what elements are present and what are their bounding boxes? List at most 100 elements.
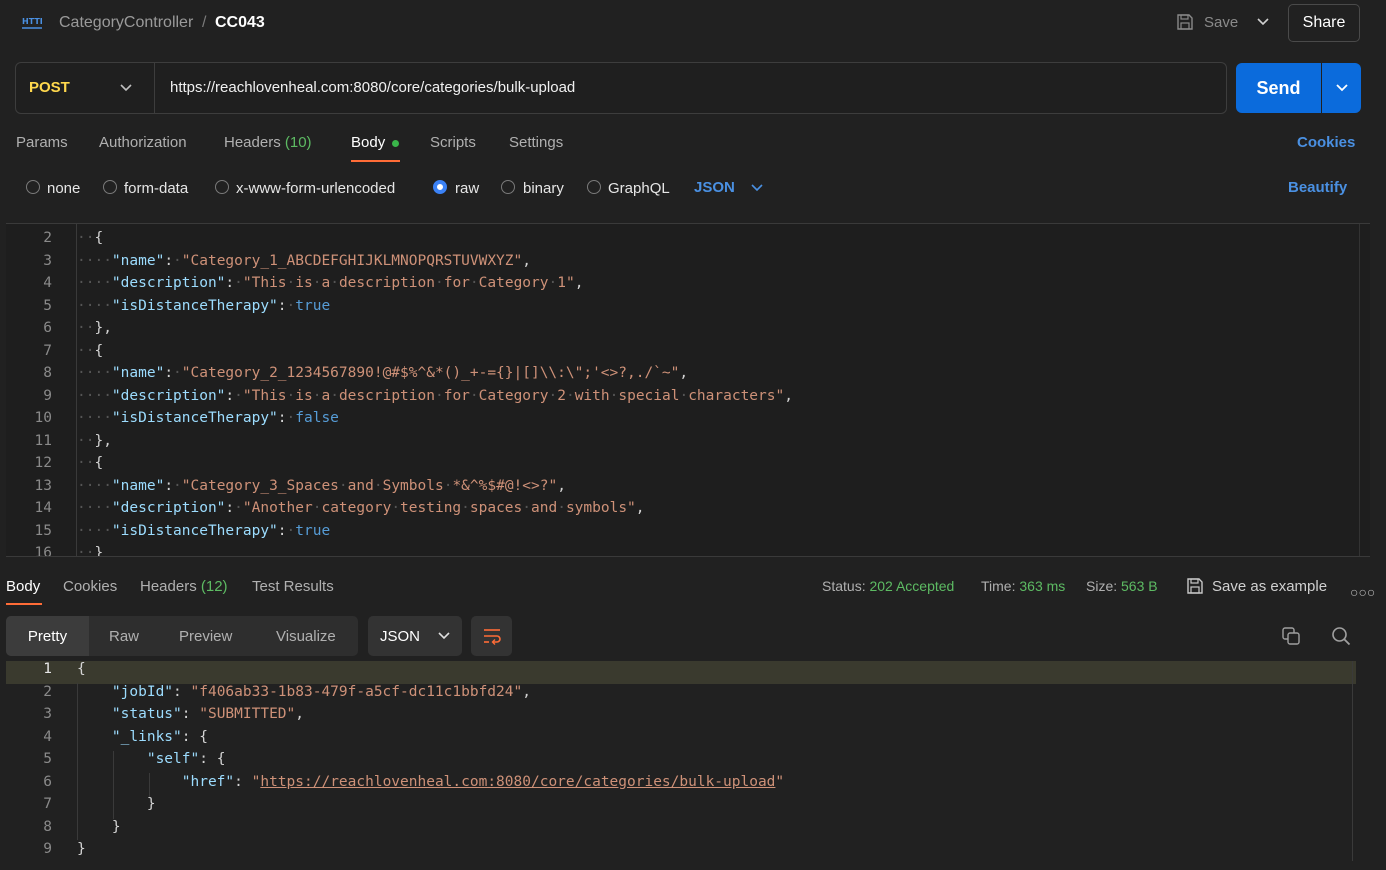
radio-urlencoded-label[interactable]: x-www-form-urlencoded xyxy=(236,180,395,197)
pane-resize-handle[interactable] xyxy=(6,556,1370,557)
send-button[interactable]: Send xyxy=(1236,63,1321,113)
code-token: : { xyxy=(199,751,226,767)
radio-form-data[interactable] xyxy=(103,180,117,194)
response-tab-cookies[interactable]: Cookies xyxy=(63,578,117,595)
tab-settings[interactable]: Settings xyxy=(509,134,563,151)
tab-authorization[interactable]: Authorization xyxy=(99,134,187,151)
code-line: 9} xyxy=(6,841,1356,864)
code-token: , xyxy=(784,387,793,404)
wrap-lines-button[interactable] xyxy=(471,616,512,656)
code-token: "Category_1_ABCDEFGHIJKLMNOPQRSTUVWXYZ" xyxy=(181,252,523,269)
code-token: "name" xyxy=(111,365,165,381)
indent-guide xyxy=(113,751,114,819)
response-tab-test-results[interactable]: Test Results xyxy=(252,578,334,595)
view-preview[interactable]: Preview xyxy=(179,616,232,656)
size-info[interactable]: Size: 563 B xyxy=(1086,578,1158,594)
tab-params[interactable]: Params xyxy=(16,134,68,151)
radio-raw[interactable] xyxy=(433,180,447,194)
code-token: , xyxy=(679,365,689,381)
tab-headers[interactable]: Headers (10) xyxy=(224,134,312,151)
radio-raw-label[interactable]: raw xyxy=(455,180,479,197)
body-modified-dot xyxy=(392,140,399,147)
radio-graphql[interactable] xyxy=(587,180,601,194)
code-token: "description" xyxy=(111,387,226,404)
code-token: "isDistanceTherapy" xyxy=(111,410,278,426)
radio-urlencoded[interactable] xyxy=(215,180,229,194)
save-icon[interactable] xyxy=(1176,13,1194,31)
code-token: :· xyxy=(225,500,243,516)
code-line: 3 ····"name":·"Category_1_ABCDEFGHIJKLMNO… xyxy=(6,253,1356,275)
code-line: 1{ xyxy=(6,661,1356,684)
code-token: "href" xyxy=(181,773,235,790)
radio-binary-label[interactable]: binary xyxy=(523,180,564,197)
tab-headers-count: (10) xyxy=(284,134,312,151)
radio-none-label[interactable]: none xyxy=(47,180,80,197)
code-token: , xyxy=(574,275,584,291)
chevron-down-icon[interactable] xyxy=(1256,17,1270,27)
code-text: ··{ xyxy=(77,455,104,471)
href-link[interactable]: https://reachlovenheal.com:8080/core/cat… xyxy=(260,774,775,790)
request-body-editor[interactable]: 2 ··{3 ····"name":·"Category_1_ABCDEFGHIJK… xyxy=(6,224,1370,556)
line-number: 16 xyxy=(34,545,52,556)
view-raw[interactable]: Raw xyxy=(109,616,139,656)
code-line: 11 ··}, xyxy=(6,433,1356,455)
line-number: 5 xyxy=(43,751,52,767)
code-token: : xyxy=(181,706,200,722)
radio-none[interactable] xyxy=(26,180,40,194)
status-info[interactable]: Status: 202 Accepted xyxy=(822,578,954,594)
chevron-down-icon xyxy=(438,632,450,640)
send-options-button[interactable] xyxy=(1322,63,1361,113)
breadcrumb-parent[interactable]: CategoryController xyxy=(59,14,193,32)
more-options-icon[interactable]: ○○○ xyxy=(1350,584,1375,600)
share-button[interactable]: Share xyxy=(1288,4,1360,42)
code-token: :· xyxy=(164,252,182,269)
breadcrumb-current[interactable]: CC043 xyxy=(215,14,265,32)
view-visualize[interactable]: Visualize xyxy=(276,616,336,656)
copy-icon[interactable] xyxy=(1281,626,1301,646)
body-language-select[interactable]: JSON xyxy=(694,179,735,196)
code-line: 4 "_links": { xyxy=(6,729,1356,752)
response-scrollbar[interactable] xyxy=(1352,661,1353,861)
chevron-down-icon[interactable] xyxy=(119,83,133,93)
view-pretty[interactable]: Pretty xyxy=(6,616,89,656)
code-text: "self": { xyxy=(77,751,226,767)
line-number: 3 xyxy=(43,252,52,269)
code-token: true xyxy=(295,522,331,539)
code-token: } xyxy=(111,818,121,835)
radio-graphql-label[interactable]: GraphQL xyxy=(608,180,670,197)
beautify-button[interactable]: Beautify xyxy=(1288,179,1347,196)
code-line: 2 ··{ xyxy=(6,230,1356,252)
method-select[interactable]: POST xyxy=(29,79,70,96)
tab-scripts[interactable]: Scripts xyxy=(430,134,476,151)
search-icon[interactable] xyxy=(1331,626,1351,646)
save-icon[interactable] xyxy=(1186,577,1204,595)
code-token: "_links" xyxy=(111,728,182,745)
http-request-icon: HTTP xyxy=(22,17,42,29)
tab-body[interactable]: Body xyxy=(351,134,385,151)
code-token: "Category_2_1234567890!@#$%^&*()_+-={}|[… xyxy=(181,365,680,381)
code-token: , xyxy=(557,477,566,494)
code-text: ····"name":·"Category_2_1234567890!@#$%^… xyxy=(77,365,689,381)
chevron-down-icon[interactable] xyxy=(750,183,764,193)
response-language-select[interactable]: JSON xyxy=(368,616,462,656)
response-body-viewer[interactable]: 1{2 "jobId": "f406ab33-1b83-479f-a5cf-dc… xyxy=(6,661,1370,870)
save-as-example-button[interactable]: Save as example xyxy=(1212,578,1327,595)
save-button[interactable]: Save xyxy=(1204,14,1238,31)
code-token: :· xyxy=(277,297,296,314)
code-line: 7 ··{ xyxy=(6,343,1356,365)
code-token: "description" xyxy=(111,500,226,516)
code-token: "jobId" xyxy=(111,683,174,700)
url-input[interactable]: https://reachlovenheal.com:8080/core/cat… xyxy=(170,79,575,96)
time-info[interactable]: Time: 363 ms xyxy=(981,578,1065,594)
line-number: 10 xyxy=(34,410,52,426)
response-tab-body[interactable]: Body xyxy=(6,578,40,595)
radio-binary[interactable] xyxy=(501,180,515,194)
response-tab-headers[interactable]: Headers (12) xyxy=(140,578,228,595)
line-number: 12 xyxy=(34,455,52,471)
status-label: Status: xyxy=(822,578,866,594)
radio-form-data-label[interactable]: form-data xyxy=(124,180,188,197)
time-label: Time: xyxy=(981,578,1016,594)
cookies-link[interactable]: Cookies xyxy=(1297,134,1355,151)
code-token: :· xyxy=(164,477,182,494)
editor-scrollbar[interactable] xyxy=(1359,224,1370,556)
